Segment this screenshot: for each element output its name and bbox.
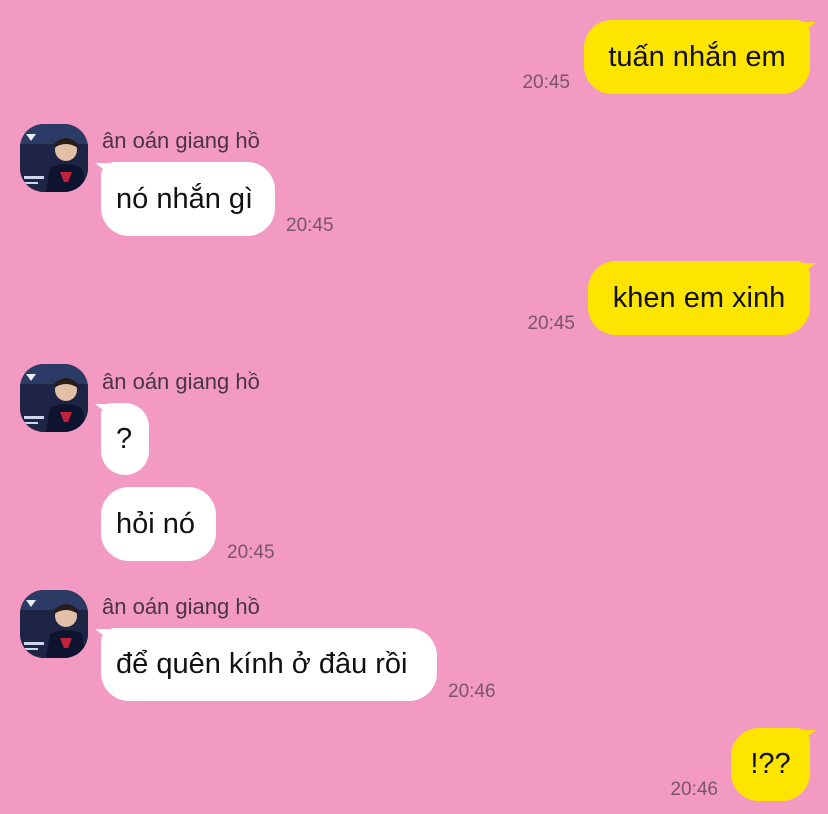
avatar-image <box>20 124 88 192</box>
sender-avatar[interactable] <box>20 590 88 658</box>
message-text: nó nhắn gì <box>116 182 254 215</box>
sender-avatar[interactable] <box>20 364 88 432</box>
message-text: ? <box>116 422 133 455</box>
avatar-image <box>20 590 88 658</box>
message-time: 20:46 <box>448 681 496 702</box>
sender-name: ân oán giang hồ <box>102 128 260 153</box>
incoming-message-bubble[interactable]: để quên kính ở đâu rồi <box>101 628 437 701</box>
message-time: 20:46 <box>670 779 718 800</box>
message-time: 20:45 <box>286 215 334 236</box>
message-text: khen em xinh <box>612 281 786 314</box>
outgoing-message-bubble[interactable]: !?? <box>731 728 810 801</box>
message-time: 20:45 <box>227 542 275 563</box>
sender-avatar[interactable] <box>20 124 88 192</box>
chat-view: 20:45 tuấn nhắn em ân oán giang hồ nó nh… <box>0 0 828 814</box>
incoming-message-bubble[interactable]: nó nhắn gì <box>101 162 275 236</box>
sender-name: ân oán giang hồ <box>102 594 260 619</box>
message-text: tuấn nhắn em <box>608 40 786 73</box>
message-text: !?? <box>750 748 791 780</box>
message-text: hỏi nó <box>116 507 196 540</box>
outgoing-message-bubble[interactable]: khen em xinh <box>588 261 810 335</box>
avatar-image <box>20 364 88 432</box>
message-text: để quên kính ở đâu rồi <box>116 648 408 680</box>
message-time: 20:45 <box>522 72 570 93</box>
message-time: 20:45 <box>527 313 575 334</box>
sender-name: ân oán giang hồ <box>102 369 260 394</box>
incoming-message-bubble[interactable]: ? <box>101 403 149 475</box>
incoming-message-bubble[interactable]: hỏi nó <box>101 487 216 561</box>
outgoing-message-bubble[interactable]: tuấn nhắn em <box>584 20 810 94</box>
